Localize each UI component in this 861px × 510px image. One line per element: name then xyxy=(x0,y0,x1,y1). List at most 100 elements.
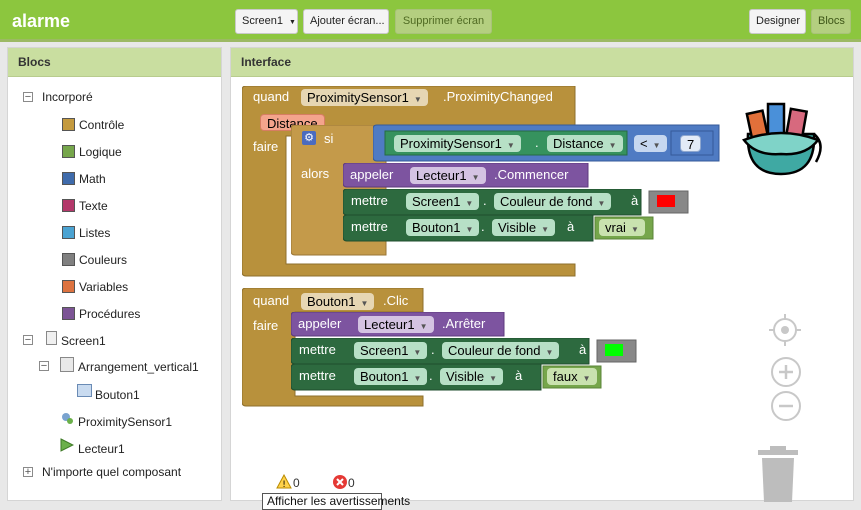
collapse-toggle-icon[interactable]: − xyxy=(23,335,33,346)
dropdown-arrow-icon: ▼ xyxy=(471,173,480,182)
screen-select[interactable]: Screen1 ▼ xyxy=(235,9,298,34)
color-swatch-green[interactable] xyxy=(604,343,624,357)
tree-item-player[interactable]: Lecteur1 xyxy=(78,441,125,457)
if-label: si xyxy=(324,131,334,146)
gear-icon[interactable]: ⚙ xyxy=(302,131,316,145)
call-component-dropdown[interactable]: Lecteur1 ▼ xyxy=(410,167,486,184)
trash-icon[interactable] xyxy=(756,446,800,502)
builtin-category-item[interactable]: Logique xyxy=(79,144,122,160)
dropdown-arrow-icon: ▼ xyxy=(465,199,474,208)
builtin-category-item[interactable]: Variables xyxy=(79,279,128,295)
svg-text:!: ! xyxy=(282,480,286,489)
category-color-swatch xyxy=(62,145,75,158)
dot-separator: . xyxy=(535,135,539,150)
category-color-swatch xyxy=(62,253,75,266)
set1-component-dropdown[interactable]: Screen1 ▼ xyxy=(406,193,480,210)
event-component-label: Bouton1 xyxy=(307,294,356,309)
zoom-out-icon[interactable] xyxy=(770,390,802,422)
category-color-swatch xyxy=(62,226,75,239)
operator-dropdown[interactable]: < ▼ xyxy=(634,135,667,152)
builtin-category-item[interactable]: Texte xyxy=(79,198,108,214)
event-component-dropdown[interactable]: ProximitySensor1 ▼ xyxy=(301,89,428,106)
collapse-toggle-icon[interactable]: − xyxy=(39,361,49,372)
dropdown-arrow-icon: ▼ xyxy=(413,348,422,357)
tree-item-builtin[interactable]: Incorporé xyxy=(42,89,93,105)
blocks-workspace[interactable]: quand ProximitySensor1 ▼ .ProximityChange… xyxy=(236,84,848,510)
boolean-true-dropdown[interactable]: vrai ▼ xyxy=(599,219,645,236)
builtin-category-item[interactable]: Listes xyxy=(79,225,110,241)
set1-component-dropdown[interactable]: Screen1 ▼ xyxy=(354,342,428,359)
dropdown-arrow-icon: ▼ xyxy=(608,141,617,150)
call-component-label: Lecteur1 xyxy=(416,168,467,183)
expand-toggle-icon[interactable]: + xyxy=(23,467,33,478)
do-label: faire xyxy=(253,318,279,333)
tree-item-any-component[interactable]: N'importe quel composant xyxy=(42,464,181,480)
color-swatch-red[interactable] xyxy=(656,194,676,208)
designer-button[interactable]: Designer xyxy=(749,9,806,34)
arrangement-icon xyxy=(60,357,74,372)
set-label: mettre xyxy=(299,342,336,357)
tree-item-button[interactable]: Bouton1 xyxy=(95,387,140,403)
call-label: appeler xyxy=(350,167,394,182)
dot-separator: . xyxy=(431,342,435,357)
builtin-category-item[interactable]: Math xyxy=(79,171,106,187)
set2-component-label: Bouton1 xyxy=(412,220,461,235)
set2-property-label: Visible xyxy=(498,220,537,235)
add-screen-button[interactable]: Ajouter écran... xyxy=(303,9,389,34)
builtin-category-item[interactable]: Procédures xyxy=(79,306,140,322)
then-label: alors xyxy=(301,166,330,181)
collapse-toggle-icon[interactable]: − xyxy=(23,92,33,103)
remove-screen-button[interactable]: Supprimer écran xyxy=(395,9,492,34)
set2-component-dropdown[interactable]: Bouton1 ▼ xyxy=(354,368,428,385)
set1-property-dropdown[interactable]: Couleur de fond ▼ xyxy=(442,342,560,359)
dot-separator: . xyxy=(429,368,433,383)
cond-property-label: Distance xyxy=(553,136,604,151)
dropdown-arrow-icon: ▼ xyxy=(630,225,639,234)
button-icon xyxy=(77,384,92,397)
call-component-dropdown[interactable]: Lecteur1 ▼ xyxy=(358,316,434,333)
player-icon xyxy=(60,438,75,452)
interface-panel: Interface quand ProximitySensor1 ▼ .Proxi… xyxy=(230,47,854,510)
tree-item-sensor[interactable]: ProximitySensor1 xyxy=(78,414,172,430)
set1-component-label: Screen1 xyxy=(412,194,461,209)
category-color-swatch xyxy=(62,199,75,212)
to-label: à xyxy=(631,193,639,208)
tree-item-screen[interactable]: Screen1 xyxy=(61,333,106,349)
interface-panel-title: Interface xyxy=(231,48,853,77)
call-label: appeler xyxy=(298,316,342,331)
boolean-value-label: vrai xyxy=(605,220,626,235)
boolean-false-dropdown[interactable]: faux ▼ xyxy=(547,368,597,385)
backpack-icon[interactable] xyxy=(736,96,826,178)
call-method-name: .Arrêter xyxy=(442,316,486,331)
tree-item-arrangement[interactable]: Arrangement_vertical1 xyxy=(78,359,199,375)
screen-icon xyxy=(46,331,57,345)
cond-component-dropdown[interactable]: ProximitySensor1 ▼ xyxy=(394,135,521,152)
dropdown-arrow-icon: ▼ xyxy=(419,322,428,331)
sensor-icon xyxy=(61,412,74,425)
set2-component-dropdown[interactable]: Bouton1 ▼ xyxy=(406,219,480,236)
do-label: faire xyxy=(253,139,279,154)
show-warnings-button[interactable]: Afficher les avertissements xyxy=(262,493,410,510)
recenter-icon[interactable] xyxy=(769,314,801,346)
to-label: à xyxy=(567,219,575,234)
warning-icon: ! xyxy=(276,473,292,490)
category-color-swatch xyxy=(62,307,75,320)
dropdown-arrow-icon: ▼ xyxy=(545,348,554,357)
when-label: quand xyxy=(253,293,290,308)
set2-property-dropdown[interactable]: Visible ▼ xyxy=(440,368,503,385)
builtin-category-item[interactable]: Couleurs xyxy=(79,252,127,268)
set1-property-dropdown[interactable]: Couleur de fond ▼ xyxy=(494,193,612,210)
zoom-in-icon[interactable] xyxy=(770,356,802,388)
set2-property-dropdown[interactable]: Visible ▼ xyxy=(492,219,555,236)
dropdown-arrow-icon: ▼ xyxy=(652,141,661,150)
number-value-field[interactable]: 7 xyxy=(680,135,702,152)
dropdown-arrow-icon: ▼ xyxy=(289,19,296,26)
event-component-label: ProximitySensor1 xyxy=(307,90,409,105)
to-label: à xyxy=(515,368,523,383)
builtin-category-item[interactable]: Contrôle xyxy=(79,117,124,133)
cond-property-dropdown[interactable]: Distance ▼ xyxy=(547,135,623,152)
event-component-dropdown[interactable]: Bouton1 ▼ xyxy=(301,293,375,310)
blocks-button[interactable]: Blocs xyxy=(811,9,851,34)
dot-separator: . xyxy=(481,219,485,234)
errors-count: 0 xyxy=(348,476,355,490)
